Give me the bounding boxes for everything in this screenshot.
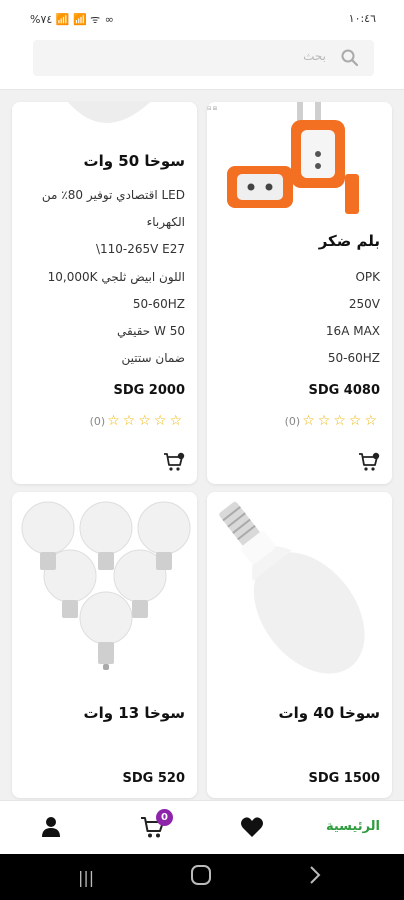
product-image-bulbs-group xyxy=(12,492,197,692)
product-spec: 16A MAX xyxy=(325,324,380,338)
product-card[interactable]: سوخا 13 وات SDG 520 xyxy=(12,492,197,798)
product-title: سوخا 13 وات xyxy=(83,704,185,722)
product-title: بلم ضكر xyxy=(318,232,380,250)
product-card[interactable]: ⊞ ⊟ بلم ضكر OPK 250V 16A MAX 50-60HZ SDG… xyxy=(207,102,392,484)
svg-text:⊞ ⊟: ⊞ ⊟ xyxy=(207,106,217,112)
product-spec: 50-60HZ xyxy=(327,351,380,365)
product-spec: ضمان ستتين xyxy=(121,351,185,365)
product-price: SDG 1500 xyxy=(308,771,380,786)
status-clock: ١٠:٤٦ xyxy=(348,12,376,25)
product-image-plug: ⊞ ⊟ xyxy=(207,102,392,222)
product-spec: 50-60HZ xyxy=(132,297,185,311)
product-card[interactable]: سوخا 50 وات LED اقتصادي توفير 80٪ من الك… xyxy=(12,102,197,484)
product-price: SDG 4080 xyxy=(308,383,380,398)
home-icon[interactable] xyxy=(190,864,212,890)
product-spec: 250V xyxy=(348,297,380,311)
rating-count: (0) xyxy=(89,415,106,428)
recent-apps-icon[interactable]: ||| xyxy=(78,868,94,887)
product-spec: 50 W حقيقي xyxy=(117,324,185,338)
product-image-candle-bulb xyxy=(207,492,392,682)
search-icon[interactable] xyxy=(340,48,360,68)
product-image-bulb xyxy=(12,102,197,142)
product-spec: LED اقتصادي توفير 80٪ من xyxy=(41,188,185,202)
system-nav-bar: ||| xyxy=(0,854,404,900)
product-spec: اللون ابيض ثلجي 10,000K xyxy=(47,270,185,284)
product-title: سوخا 40 وات xyxy=(278,704,380,722)
search-input[interactable]: بحث xyxy=(33,40,374,76)
nav-home[interactable]: الرئيسية xyxy=(326,819,380,834)
add-to-cart-icon[interactable] xyxy=(358,452,380,472)
rating-stars: (0) ☆☆☆☆☆ xyxy=(89,413,185,429)
product-price: SDG 2000 xyxy=(113,383,185,398)
product-spec: الكهرباء xyxy=(146,215,185,229)
product-spec: 110-265V E27\ xyxy=(95,242,185,256)
bottom-nav: الرئيسية 0 xyxy=(0,800,404,854)
add-to-cart-icon[interactable] xyxy=(163,452,185,472)
search-placeholder: بحث xyxy=(303,49,326,63)
status-bar: %٧٤ 📶 📶 ᯤ ∞ ١٠:٤٦ xyxy=(0,0,404,38)
product-card[interactable]: سوخا 40 وات SDG 1500 xyxy=(207,492,392,798)
cart-count-badge: 0 xyxy=(156,809,173,826)
favorites-heart-icon[interactable] xyxy=(240,816,264,838)
rating-stars: (0) ☆☆☆☆☆ xyxy=(284,413,380,429)
rating-count: (0) xyxy=(284,415,301,428)
status-icons: %٧٤ 📶 📶 ᯤ ∞ xyxy=(30,13,115,26)
search-bar: بحث xyxy=(0,38,404,90)
profile-user-icon[interactable] xyxy=(40,816,62,838)
product-title: سوخا 50 وات xyxy=(83,152,185,170)
product-price: SDG 520 xyxy=(122,771,186,786)
product-spec: OPK xyxy=(355,270,380,284)
back-icon[interactable] xyxy=(308,864,322,890)
